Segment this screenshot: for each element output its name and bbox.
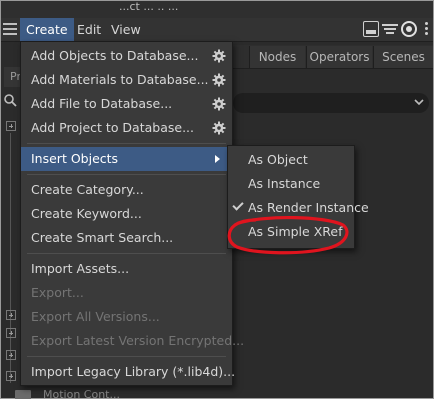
tab-operators[interactable]: Operators — [306, 46, 372, 68]
menu-item-label: Add File to Database... — [31, 96, 173, 111]
target-icon[interactable] — [401, 21, 417, 37]
menu-separator — [27, 174, 226, 175]
folder-icon — [15, 390, 31, 399]
menu-item-label: Add Objects to Database... — [31, 48, 199, 63]
menu-item-add-project[interactable]: Add Project to Database... — [21, 116, 232, 140]
menu-item-create-smart-search[interactable]: Create Smart Search... — [21, 226, 232, 250]
tree-guide-line — [10, 133, 11, 383]
menu-item-add-objects[interactable]: Add Objects to Database... — [21, 44, 232, 68]
menu-item-import-assets[interactable]: Import Assets... — [21, 257, 232, 281]
submenu-item-as-instance[interactable]: As Instance — [228, 172, 354, 196]
tree-expand-icon[interactable] — [6, 328, 16, 338]
menu-separator — [27, 143, 226, 144]
window-title-fragment: ...ct ... .. ... — [119, 1, 179, 13]
menu-item-label: Add Materials to Database... — [31, 72, 209, 87]
menu-item-label: Add Project to Database... — [31, 120, 195, 135]
menu-item-export-all-versions: Export All Versions... — [31, 309, 160, 324]
search-field[interactable] — [233, 93, 429, 113]
tree-expand-icon[interactable] — [6, 310, 16, 320]
create-dropdown-menu: Add Objects to Database... Add Materials… — [20, 41, 245, 386]
menu-separator — [27, 253, 226, 254]
more-options-icon[interactable] — [421, 21, 431, 37]
menu-item-create-category[interactable]: Create Category... — [21, 178, 232, 202]
submenu-arrow-icon — [215, 155, 220, 163]
menu-create[interactable]: Create — [20, 18, 74, 42]
menu-item-add-materials[interactable]: Add Materials to Database... — [21, 68, 232, 92]
gear-icon[interactable] — [212, 73, 226, 87]
hamburger-menu-icon[interactable] — [3, 22, 17, 36]
gear-icon[interactable] — [212, 49, 226, 63]
menu-item-export: Export... — [31, 285, 84, 300]
menu-item-import-legacy-library[interactable]: Import Legacy Library (*.lib4d)... — [21, 360, 235, 384]
menu-item-insert-objects[interactable]: Insert Objects — [21, 147, 232, 171]
gear-icon[interactable] — [212, 121, 226, 135]
tree-expand-icon[interactable] — [6, 121, 16, 131]
menu-item-label: Insert Objects — [31, 151, 119, 166]
window-layout-icon[interactable] — [363, 21, 379, 37]
menu-edit[interactable]: Edit — [71, 18, 107, 42]
chevron-down-icon[interactable] — [413, 96, 425, 108]
filter-icon[interactable] — [382, 21, 398, 37]
tree-item-label[interactable]: Motion Cont... — [43, 388, 120, 399]
tab-scenes[interactable]: Scenes — [373, 46, 433, 68]
gear-icon[interactable] — [212, 97, 226, 111]
submenu-item-as-object[interactable]: As Object — [228, 148, 354, 172]
checkmark-icon — [232, 199, 244, 211]
menu-view[interactable]: View — [105, 18, 147, 42]
menu-separator — [27, 356, 226, 357]
menu-item-export-latest-encrypted: Export Latest Version Encrypted... — [31, 333, 245, 348]
submenu-item-label: As Render Instance — [248, 200, 369, 215]
tree-expand-icon[interactable] — [6, 371, 16, 381]
search-icon[interactable] — [3, 93, 17, 107]
tab-nodes[interactable]: Nodes — [249, 46, 305, 68]
menu-item-create-keyword[interactable]: Create Keyword... — [21, 202, 232, 226]
tree-expand-icon[interactable] — [6, 350, 16, 360]
menu-item-add-file[interactable]: Add File to Database... — [21, 92, 232, 116]
red-circle-annotation — [227, 215, 349, 255]
